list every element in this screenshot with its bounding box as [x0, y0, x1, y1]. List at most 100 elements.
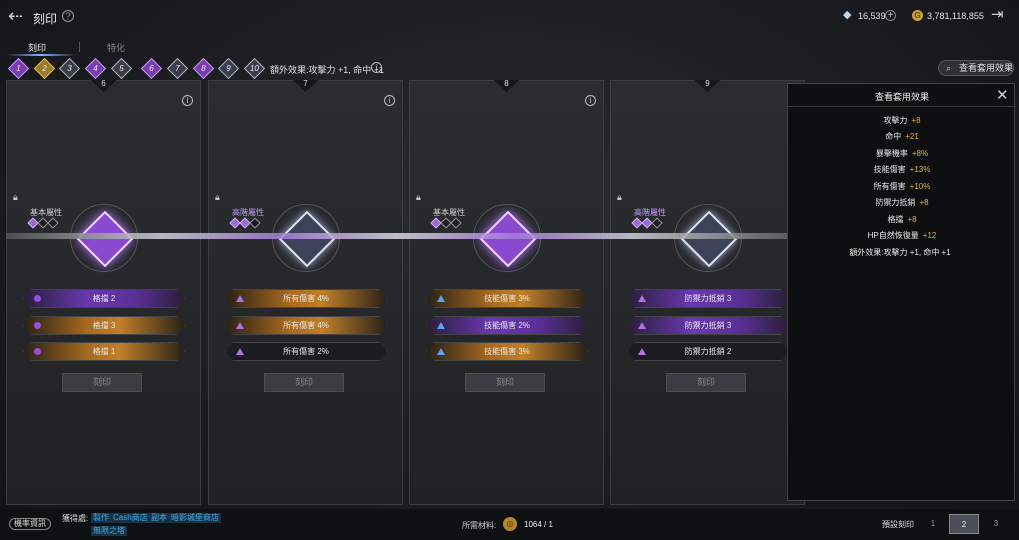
source-link-cash-shop[interactable]: Cash商店 — [111, 513, 150, 523]
stat-row[interactable]: 所有傷害 2% — [225, 342, 387, 361]
effect-name: 技能傷害 — [873, 165, 906, 174]
attribute-label: 基本屬性 — [433, 208, 465, 217]
lock-icon[interactable]: 🔒︎ — [617, 192, 622, 203]
attribute-label: 高階屬性 — [634, 208, 666, 217]
effect-row: 攻擊力 +8 — [788, 115, 1016, 126]
page-title: 刻印 — [33, 12, 58, 26]
stat-label: 格擋 3 — [92, 321, 116, 330]
stat-row[interactable]: 格擋 2 — [23, 289, 185, 308]
panel-number: 6 — [90, 80, 117, 92]
triangle-icon — [236, 322, 244, 329]
carve-panel-9: 9 🔒︎ 高階屬性 防禦力抵銷 3 防禦力抵銷 3 防禦力抵銷 2 刻印 — [610, 80, 805, 505]
tab-carve[interactable]: 刻印 — [28, 41, 46, 54]
carve-button[interactable]: 刻印 — [62, 373, 142, 392]
stat-row[interactable]: 格擋 3 — [23, 316, 185, 335]
panel-number: 9 — [694, 80, 721, 92]
slot-label: 6 — [149, 64, 154, 73]
carve-button[interactable]: 刻印 — [264, 373, 344, 392]
info-icon[interactable]: i — [182, 95, 193, 106]
attribute-label: 高階屬性 — [232, 208, 264, 217]
effect-value: +8 — [907, 215, 917, 224]
carve-button[interactable]: 刻印 — [666, 373, 746, 392]
lock-icon[interactable]: 🔒︎ — [416, 192, 421, 203]
search-icon: ⌕ — [946, 63, 952, 73]
info-icon[interactable]: i — [384, 95, 395, 106]
effect-name: 格擋 — [887, 215, 904, 224]
effect-row: 所有傷害 +10% — [788, 181, 1016, 192]
stat-row[interactable]: 防禦力抵銷 2 — [627, 342, 789, 361]
effect-row: 暴擊機率 +8% — [788, 148, 1016, 159]
info-icon[interactable]: i — [371, 62, 382, 73]
source-link-shadow-castle-shop[interactable]: 暗影城堡商店 — [169, 513, 221, 523]
gem-count: 16,539 — [858, 11, 886, 21]
orb-icon — [34, 322, 41, 329]
required-material-value: 1064 / 1 — [524, 520, 553, 529]
preset-button-1[interactable]: 1 — [918, 514, 948, 534]
effect-name: HP自然恢復量 — [867, 231, 919, 240]
stat-row[interactable]: 所有傷害 4% — [225, 289, 387, 308]
triangle-icon — [437, 295, 445, 302]
help-icon[interactable]: ? — [62, 10, 74, 22]
stat-label: 所有傷害 4% — [283, 294, 329, 303]
stat-label: 格擋 1 — [92, 347, 116, 356]
panel-number: 8 — [493, 80, 520, 92]
stat-label: 技能傷害 2% — [484, 321, 530, 330]
stat-label: 技能傷害 3% — [484, 294, 530, 303]
preset-button-3[interactable]: 3 — [981, 514, 1011, 534]
carve-button[interactable]: 刻印 — [465, 373, 545, 392]
lock-icon[interactable]: 🔒︎ — [13, 192, 18, 203]
exit-icon[interactable]: ⇥ — [991, 6, 1011, 24]
triangle-icon — [638, 348, 646, 355]
back-arrow-icon[interactable]: ⇠ — [8, 6, 30, 26]
triangle-icon — [437, 322, 445, 329]
triangle-icon — [437, 348, 445, 355]
triangle-icon — [236, 348, 244, 355]
stat-row[interactable]: 格擋 1 — [23, 342, 185, 361]
orb-icon — [34, 348, 41, 355]
applied-effects-popup: 查看套用效果 ✕ 攻擊力 +8 命中 +21 暴擊機率 +8% 技能傷害 +13% 所有… — [787, 83, 1016, 501]
slot-label: 8 — [201, 64, 206, 73]
material-coin-icon: ◎ — [503, 517, 517, 531]
lock-icon[interactable]: 🔒︎ — [215, 192, 220, 203]
info-icon[interactable]: i — [585, 95, 596, 106]
effect-row: HP自然恢復量 +12 — [788, 230, 1016, 241]
stat-row[interactable]: 技能傷害 3% — [426, 289, 588, 308]
preset-label: 預設刻印 — [882, 520, 914, 529]
active-tab-underline — [6, 54, 76, 56]
stat-row[interactable]: 防禦力抵銷 3 — [627, 316, 789, 335]
divider — [788, 106, 1016, 107]
required-material-label: 所需材料: — [462, 521, 497, 530]
extra-effect-text: 額外效果:攻擊力 +1, 命中 +1 — [270, 65, 385, 75]
slot-label: 7 — [175, 64, 180, 73]
effect-value: +13% — [909, 165, 931, 174]
slot-label: 5 — [119, 64, 124, 73]
gold-count: 3,781,118,855 — [927, 11, 984, 21]
orb-icon — [34, 295, 41, 302]
slot-label: 2 — [42, 64, 47, 73]
preset-button-2[interactable]: 2 — [949, 514, 979, 534]
source-link-dungeon[interactable]: 副本 — [149, 513, 169, 523]
effect-row: 格擋 +8 — [788, 214, 1016, 225]
stat-row[interactable]: 技能傷害 2% — [426, 316, 588, 335]
stat-row[interactable]: 防禦力抵銷 3 — [627, 289, 789, 308]
panel-number: 7 — [292, 80, 319, 92]
effect-name: 暴擊機率 — [875, 149, 908, 158]
slot-label: 9 — [226, 64, 231, 73]
effect-value: +10% — [909, 182, 931, 191]
probability-info-button[interactable]: 機率資訊 — [9, 518, 51, 530]
effect-name: 攻擊力 — [883, 116, 908, 125]
source-link-infinite-tower[interactable]: 無限之塔 — [91, 526, 127, 536]
effect-row: 技能傷害 +13% — [788, 164, 1016, 175]
tab-divider — [79, 42, 80, 52]
close-icon[interactable]: ✕ — [996, 86, 1009, 104]
source-link-craft[interactable]: 製作 — [91, 513, 111, 523]
stat-row[interactable]: 技能傷害 3% — [426, 342, 588, 361]
slot-label: 10 — [250, 64, 259, 73]
stat-label: 所有傷害 2% — [283, 347, 329, 356]
slot-label: 4 — [93, 64, 98, 73]
add-gems-button[interactable]: + — [885, 10, 896, 21]
effect-name: 額外效果:攻擊力 +1, 命中 +1 — [849, 248, 951, 257]
triangle-icon — [236, 295, 244, 302]
stat-row[interactable]: 所有傷害 4% — [225, 316, 387, 335]
tab-specialize[interactable]: 特化 — [107, 41, 125, 54]
